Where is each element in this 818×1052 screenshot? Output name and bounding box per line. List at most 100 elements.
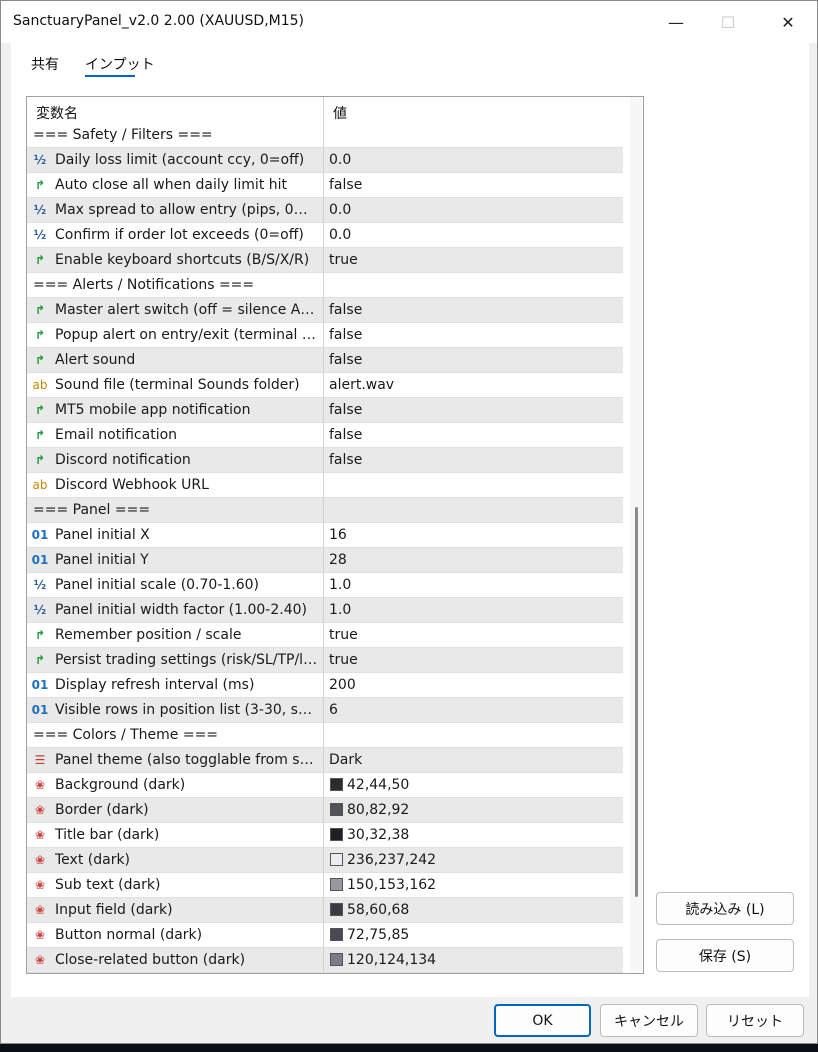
- color-swatch[interactable]: [330, 878, 343, 891]
- variable-value[interactable]: 0.0: [329, 152, 351, 168]
- variable-value[interactable]: 0.0: [329, 202, 351, 218]
- variable-value[interactable]: 16: [329, 527, 347, 543]
- input-row[interactable]: 01 Display refresh interval (ms) 200: [27, 673, 623, 698]
- variable-value[interactable]: 72,75,85: [347, 927, 409, 943]
- variable-value[interactable]: 30,32,38: [347, 827, 409, 843]
- input-row[interactable]: ❀ Title bar (dark) 30,32,38: [27, 823, 623, 848]
- save-button[interactable]: 保存 (S): [656, 939, 794, 972]
- input-row[interactable]: ↱ Auto close all when daily limit hit fals…: [27, 173, 623, 198]
- variable-name: Master alert switch (off = silence ALL a…: [55, 302, 319, 318]
- input-row[interactable]: ↱ Remember position / scale true: [27, 623, 623, 648]
- boolean-arrow-icon: ↱: [34, 253, 46, 267]
- column-divider[interactable]: [323, 97, 324, 973]
- input-row[interactable]: ½ Confirm if order lot exceeds (0=off) 0.0: [27, 223, 623, 248]
- color-palette-icon: ❀: [34, 928, 46, 942]
- column-header-value[interactable]: 値: [333, 103, 347, 123]
- input-row[interactable]: ❀ Button normal (dark) 72,75,85: [27, 923, 623, 948]
- variable-value[interactable]: false: [329, 327, 362, 343]
- maximize-button[interactable]: ☐: [705, 1, 751, 43]
- variable-value[interactable]: 6: [329, 702, 338, 718]
- variable-name: Border (dark): [55, 802, 149, 818]
- color-swatch[interactable]: [330, 853, 343, 866]
- integer-icon: 01: [31, 528, 49, 542]
- variable-value[interactable]: 200: [329, 677, 356, 693]
- variable-name: === Alerts / Notifications ===: [33, 277, 255, 293]
- color-palette-icon: ❀: [34, 953, 46, 967]
- input-row[interactable]: ab Discord Webhook URL: [27, 473, 623, 498]
- input-row[interactable]: 01 Panel initial X 16: [27, 523, 623, 548]
- variable-name: Visible rows in position list (3-30, scr…: [55, 702, 319, 718]
- load-button[interactable]: 読み込み (L): [656, 892, 794, 925]
- variable-value[interactable]: 58,60,68: [347, 902, 409, 918]
- variable-value[interactable]: 28: [329, 552, 347, 568]
- ok-button[interactable]: OK: [494, 1004, 591, 1037]
- input-row[interactable]: ½ Panel initial width factor (1.00-2.40) 1…: [27, 598, 623, 623]
- tab-inputs[interactable]: インプット: [85, 54, 155, 74]
- input-row[interactable]: ↱ Popup alert on entry/exit (terminal pop…: [27, 323, 623, 348]
- variable-value[interactable]: 120,124,134: [347, 952, 436, 968]
- input-row[interactable]: ❀ Border (dark) 80,82,92: [27, 798, 623, 823]
- variable-value[interactable]: false: [329, 302, 362, 318]
- variable-name: Background (dark): [55, 777, 186, 793]
- color-swatch[interactable]: [330, 953, 343, 966]
- input-row[interactable]: ab Sound file (terminal Sounds folder) ale…: [27, 373, 623, 398]
- scrollbar-thumb[interactable]: [635, 507, 638, 897]
- input-row[interactable]: ½ Daily loss limit (account ccy, 0=off) 0.…: [27, 148, 623, 173]
- input-row[interactable]: 01 Panel initial Y 28: [27, 548, 623, 573]
- fraction-icon: ½: [33, 153, 47, 167]
- variable-value[interactable]: false: [329, 452, 362, 468]
- input-row[interactable]: ❀ Input field (dark) 58,60,68: [27, 898, 623, 923]
- variable-name: Alert sound: [55, 352, 136, 368]
- variable-value[interactable]: true: [329, 252, 358, 268]
- variable-value[interactable]: false: [329, 402, 362, 418]
- color-swatch[interactable]: [330, 903, 343, 916]
- input-row[interactable]: ↱ MT5 mobile app notification false: [27, 398, 623, 423]
- column-header-name[interactable]: 変数名: [36, 103, 78, 123]
- input-row[interactable]: ↱ Alert sound false: [27, 348, 623, 373]
- variable-name: Text (dark): [55, 852, 131, 868]
- tab-common[interactable]: 共有: [31, 54, 59, 74]
- section-header-row: === Safety / Filters ===: [27, 123, 623, 148]
- variable-value[interactable]: Dark: [329, 752, 362, 768]
- input-row[interactable]: ↱ Enable keyboard shortcuts (B/S/X/R) true: [27, 248, 623, 273]
- variable-value[interactable]: false: [329, 177, 362, 193]
- color-swatch[interactable]: [330, 928, 343, 941]
- variable-value[interactable]: false: [329, 427, 362, 443]
- cancel-button[interactable]: キャンセル: [600, 1004, 698, 1037]
- input-row[interactable]: ↱ Discord notification false: [27, 448, 623, 473]
- variable-value[interactable]: 80,82,92: [347, 802, 409, 818]
- input-row[interactable]: ❀ Sub text (dark) 150,153,162: [27, 873, 623, 898]
- input-row[interactable]: ❀ Background (dark) 42,44,50: [27, 773, 623, 798]
- input-row[interactable]: ↱ Master alert switch (off = silence ALL …: [27, 298, 623, 323]
- variable-name: Sub text (dark): [55, 877, 161, 893]
- input-row[interactable]: ½ Panel initial scale (0.70-1.60) 1.0: [27, 573, 623, 598]
- variable-value[interactable]: 150,153,162: [347, 877, 436, 893]
- color-swatch[interactable]: [330, 828, 343, 841]
- input-row[interactable]: ½ Max spread to allow entry (pips, 0=off)…: [27, 198, 623, 223]
- input-row[interactable]: ↱ Persist trading settings (risk/SL/TP/lo…: [27, 648, 623, 673]
- section-header-row: === Panel ===: [27, 498, 623, 523]
- variable-name: Sound file (terminal Sounds folder): [55, 377, 300, 393]
- variable-value[interactable]: true: [329, 652, 358, 668]
- input-row[interactable]: 01 Visible rows in position list (3-30, s…: [27, 698, 623, 723]
- input-row[interactable]: ↱ Email notification false: [27, 423, 623, 448]
- reset-button[interactable]: リセット: [706, 1004, 804, 1037]
- variable-value[interactable]: 236,237,242: [347, 852, 436, 868]
- color-swatch[interactable]: [330, 803, 343, 816]
- variable-value[interactable]: 0.0: [329, 227, 351, 243]
- input-row[interactable]: ❀ Text (dark) 236,237,242: [27, 848, 623, 873]
- variable-value[interactable]: 1.0: [329, 577, 351, 593]
- title-bar[interactable]: SanctuaryPanel_v2.0 2.00 (XAUUSD,M15) — …: [1, 1, 817, 43]
- variable-value[interactable]: 42,44,50: [347, 777, 409, 793]
- close-button[interactable]: ✕: [765, 1, 811, 43]
- vertical-scrollbar[interactable]: [630, 97, 642, 973]
- input-row[interactable]: ❀ Close-related button (dark) 120,124,134: [27, 948, 623, 973]
- enum-list-icon: ☰: [34, 753, 46, 767]
- variable-value[interactable]: 1.0: [329, 602, 351, 618]
- variable-value[interactable]: false: [329, 352, 362, 368]
- color-swatch[interactable]: [330, 778, 343, 791]
- minimize-button[interactable]: —: [653, 1, 699, 43]
- variable-value[interactable]: true: [329, 627, 358, 643]
- variable-value[interactable]: alert.wav: [329, 377, 394, 393]
- input-row[interactable]: ☰ Panel theme (also togglable from settin…: [27, 748, 623, 773]
